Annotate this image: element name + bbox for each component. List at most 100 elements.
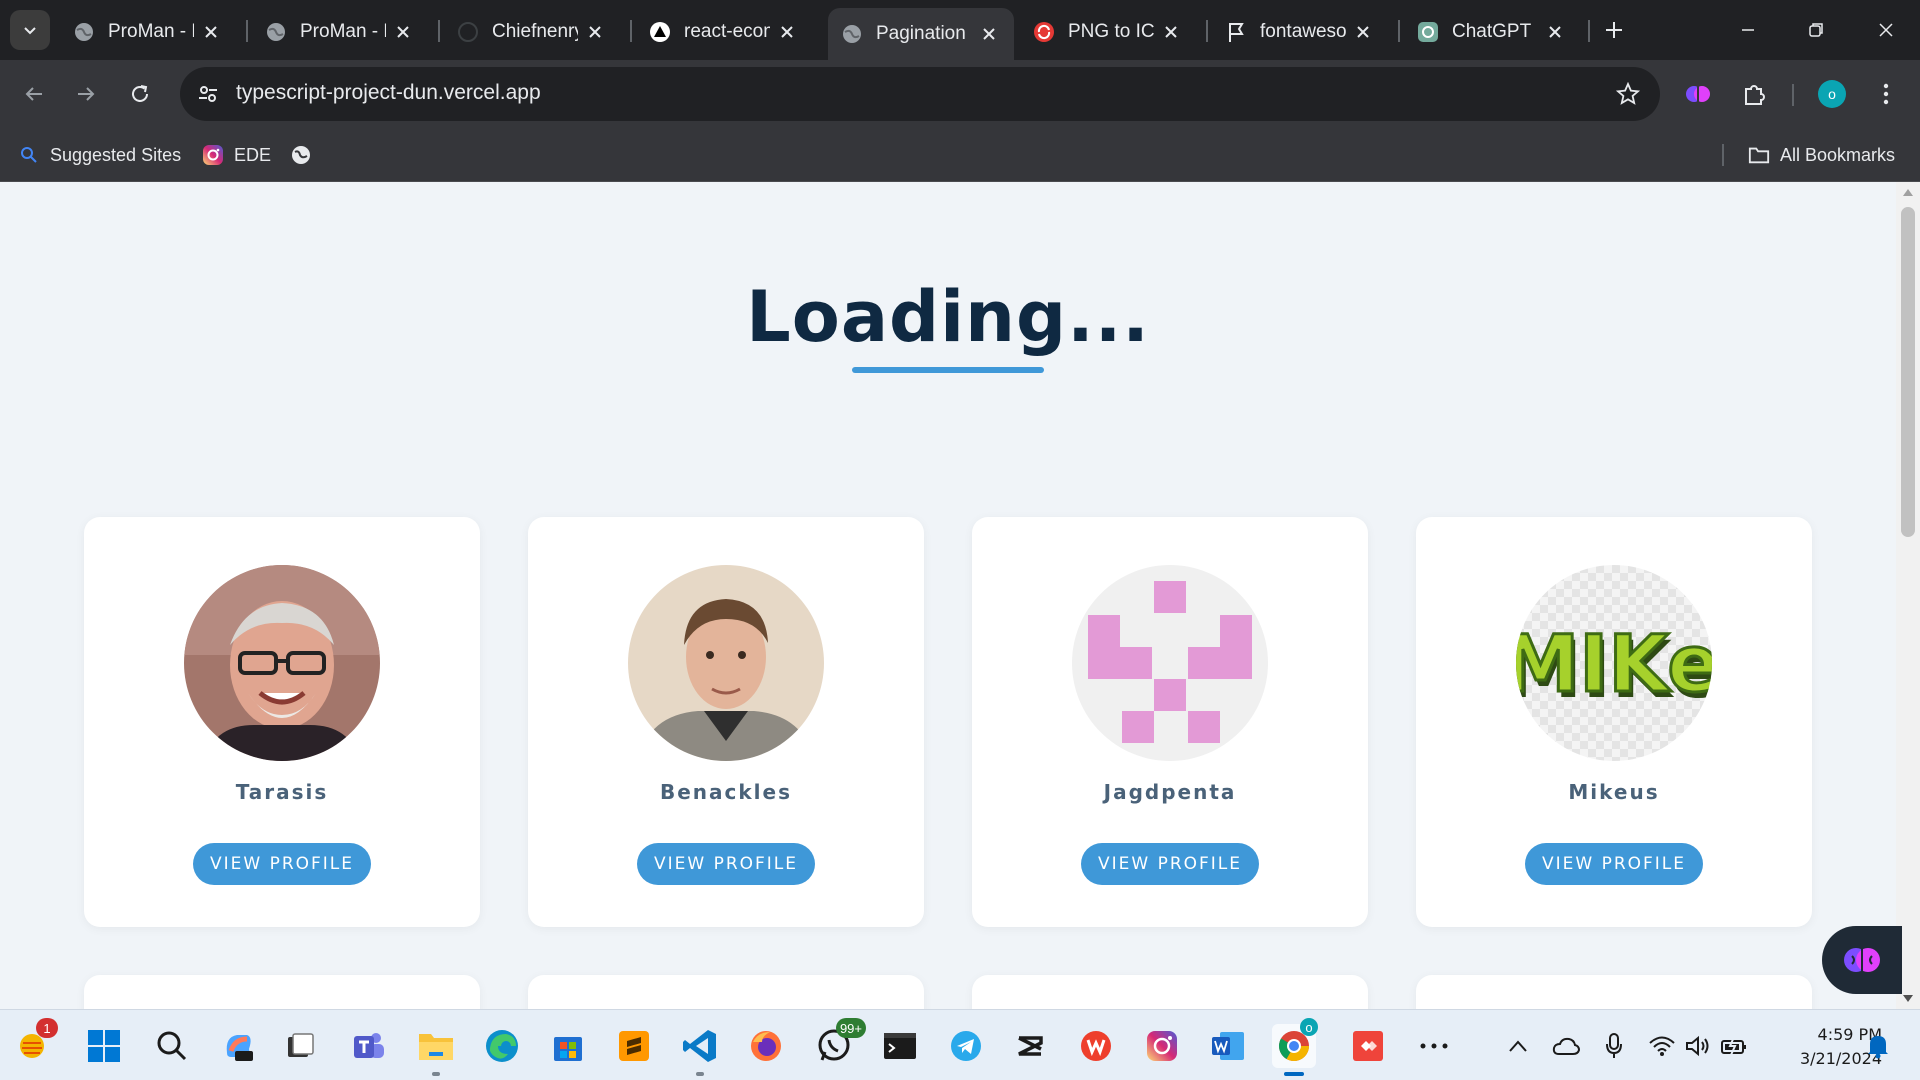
tab-7[interactable]: fontaweso	[1212, 10, 1388, 54]
windows-logo-icon	[88, 1030, 120, 1062]
copilot-button[interactable]	[216, 1024, 260, 1068]
close-tab-icon[interactable]	[1160, 21, 1182, 43]
page-scrollbar[interactable]	[1896, 182, 1920, 1009]
site-info-icon[interactable]	[194, 80, 222, 108]
tray-chevron-up-icon[interactable]	[1504, 1032, 1532, 1060]
close-tab-icon[interactable]	[392, 21, 414, 43]
firefox-button[interactable]	[744, 1024, 788, 1068]
convert-icon	[1032, 20, 1056, 44]
bookmark-label: EDE	[234, 144, 272, 165]
address-bar[interactable]: typescript-project-dun.vercel.app	[180, 67, 1660, 121]
bookmark-suggested-sites[interactable]: Suggested Sites	[18, 142, 181, 168]
view-profile-button[interactable]: VIEW PROFILE	[1081, 843, 1259, 885]
vscode-button[interactable]	[678, 1024, 722, 1076]
terminal-button[interactable]	[878, 1024, 922, 1068]
forward-button[interactable]	[66, 74, 106, 114]
volume-icon[interactable]	[1684, 1032, 1712, 1060]
chrome-profile-badge: o	[1300, 1018, 1318, 1036]
user-card: Benackles VIEW PROFILE	[528, 517, 924, 927]
user-name: Jagdpenta	[1103, 780, 1237, 804]
close-tab-icon[interactable]	[1544, 21, 1566, 43]
edge-button[interactable]	[480, 1024, 524, 1068]
tab-3[interactable]: Chiefnenry	[444, 10, 620, 54]
tab-search-button[interactable]	[10, 10, 50, 50]
back-button[interactable]	[14, 74, 54, 114]
word-button[interactable]	[1206, 1024, 1250, 1068]
teams-button[interactable]	[346, 1024, 390, 1068]
anydesk-button[interactable]	[1346, 1024, 1390, 1068]
user-card: Jagdpenta VIEW PROFILE	[972, 517, 1368, 927]
whatsapp-button[interactable]: 99+	[812, 1018, 866, 1068]
task-view-button[interactable]	[278, 1024, 322, 1068]
close-tab-icon[interactable]	[1352, 21, 1374, 43]
tab-8[interactable]: ChatGPT	[1404, 10, 1580, 54]
teams-icon	[354, 1033, 384, 1058]
capcut-button[interactable]	[1008, 1024, 1052, 1068]
close-tab-icon[interactable]	[776, 21, 798, 43]
more-apps-button[interactable]	[1412, 1024, 1456, 1068]
file-explorer-button[interactable]	[414, 1024, 458, 1076]
all-bookmarks-button[interactable]: All Bookmarks	[1748, 142, 1895, 168]
terminal-icon	[884, 1033, 916, 1059]
extensions-puzzle-icon[interactable]	[1736, 76, 1772, 112]
notification-bell-icon[interactable]	[1864, 1032, 1892, 1060]
close-tab-icon[interactable]	[584, 21, 606, 43]
tab-pagination-active[interactable]: Pagination	[828, 8, 1014, 60]
minimize-button[interactable]	[1728, 10, 1768, 50]
floating-brain-button[interactable]	[1822, 926, 1902, 994]
view-profile-button[interactable]: VIEW PROFILE	[193, 843, 371, 885]
telegram-icon	[951, 1031, 981, 1061]
close-tab-icon[interactable]	[978, 23, 1000, 45]
user-card-partial	[84, 975, 480, 1009]
wps-office-button[interactable]	[1074, 1024, 1118, 1068]
tab-divider	[1206, 20, 1208, 42]
chatgpt-icon	[1416, 20, 1440, 44]
user-card: MIKe MIKe Mikeus VIEW PROFILE	[1416, 517, 1812, 927]
tab-title: Pagination	[876, 23, 966, 44]
tab-divider	[246, 20, 248, 42]
sublime-text-button[interactable]	[612, 1024, 656, 1068]
close-tab-icon[interactable]	[200, 21, 222, 43]
weather-badge: 1	[36, 1018, 58, 1038]
search-button[interactable]	[150, 1024, 194, 1068]
telegram-button[interactable]	[944, 1024, 988, 1068]
close-window-button[interactable]	[1866, 10, 1906, 50]
title-underline	[852, 367, 1044, 373]
wifi-icon[interactable]	[1648, 1032, 1676, 1060]
scroll-down-arrow-icon[interactable]	[1903, 995, 1913, 1003]
view-profile-button[interactable]: VIEW PROFILE	[637, 843, 815, 885]
tab-title: react-ecom	[684, 21, 770, 42]
brain-extension-icon[interactable]	[1680, 76, 1716, 112]
profile-avatar[interactable]: o	[1818, 80, 1846, 108]
avatar-young-man	[628, 565, 824, 761]
bookmark-star-icon[interactable]	[1614, 80, 1642, 108]
reload-button[interactable]	[120, 74, 160, 114]
onedrive-cloud-icon[interactable]	[1552, 1032, 1580, 1060]
microsoft-store-button[interactable]	[546, 1024, 590, 1068]
bookmark-ede[interactable]: EDE	[202, 142, 271, 168]
scrollbar-thumb[interactable]	[1901, 207, 1915, 537]
bookmark-globe[interactable]	[290, 142, 322, 168]
flag-icon	[1224, 20, 1248, 44]
wps-icon	[1081, 1031, 1111, 1061]
microphone-icon[interactable]	[1600, 1032, 1628, 1060]
plus-icon	[1606, 22, 1622, 38]
new-tab-button[interactable]	[1598, 14, 1630, 46]
weather-widget[interactable]: 1	[10, 1018, 58, 1068]
tab-2[interactable]: ProMan - F	[252, 10, 428, 54]
chrome-button[interactable]: o	[1272, 1018, 1318, 1076]
bookmark-divider	[1722, 144, 1724, 166]
restore-button[interactable]	[1796, 10, 1836, 50]
edge-icon	[486, 1030, 518, 1062]
tab-4[interactable]: react-ecom	[636, 10, 812, 54]
scroll-up-arrow-icon[interactable]	[1903, 188, 1913, 196]
instagram-button[interactable]	[1140, 1024, 1184, 1068]
battery-icon[interactable]	[1720, 1032, 1748, 1060]
tab-6[interactable]: PNG to ICO	[1020, 10, 1196, 54]
view-profile-button[interactable]: VIEW PROFILE	[1525, 843, 1703, 885]
url-text[interactable]: typescript-project-dun.vercel.app	[236, 81, 541, 105]
tab-title: Chiefnenry	[492, 21, 578, 42]
tab-1[interactable]: ProMan - F	[60, 10, 236, 54]
start-button[interactable]	[82, 1024, 126, 1068]
more-vertical-icon[interactable]	[1868, 76, 1904, 112]
